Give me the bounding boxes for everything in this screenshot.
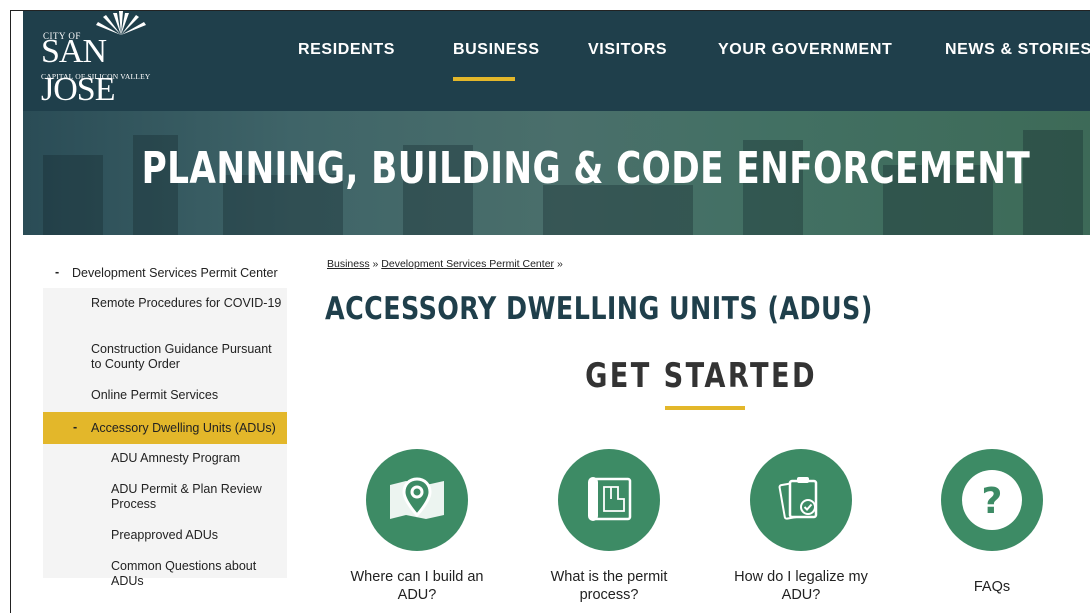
sidebar-item-label: Accessory Dwelling Units (ADUs) bbox=[91, 421, 276, 435]
breadcrumb: Business » Development Services Permit C… bbox=[327, 258, 563, 270]
breadcrumb-separator: » bbox=[556, 258, 563, 270]
card-label: How do I legalize my ADU? bbox=[734, 569, 868, 603]
collapse-dash-icon: - bbox=[55, 265, 60, 279]
svg-text:?: ? bbox=[982, 481, 1003, 522]
card-circle: ? bbox=[941, 449, 1043, 551]
sidebar-item-label: ADU Permit & Plan Review Process bbox=[111, 482, 262, 511]
site-logo[interactable]: CITY OF SAN JOSE CAPITAL OF SILICON VALL… bbox=[41, 11, 171, 108]
card-label: What is the permit process? bbox=[550, 569, 668, 603]
nav-news-stories[interactable]: NEWS & STORIES bbox=[945, 41, 1090, 59]
hero-building bbox=[1023, 130, 1083, 235]
sidebar-item-label: ADU Amnesty Program bbox=[111, 451, 241, 465]
hero-title: PLANNING, BUILDING & CODE ENFORCEMENT bbox=[141, 143, 1031, 194]
top-navigation: CITY OF SAN JOSE CAPITAL OF SILICON VALL… bbox=[23, 11, 1090, 111]
card-label: Where can I build an ADU? bbox=[350, 569, 484, 603]
hero-banner: PLANNING, BUILDING & CODE ENFORCEMENT bbox=[23, 111, 1090, 235]
sidebar-item-label: Development Services Permit Center bbox=[72, 266, 278, 280]
breadcrumb-link-dev-services[interactable]: Development Services Permit Center bbox=[381, 258, 554, 270]
breadcrumb-separator: » bbox=[372, 258, 379, 270]
card-legalize-adu[interactable]: How do I legalize my ADU? bbox=[726, 449, 876, 604]
logo-tagline: CAPITAL OF SILICON VALLEY bbox=[41, 72, 151, 81]
nav-residents[interactable]: RESIDENTS bbox=[298, 41, 395, 59]
nav-visitors[interactable]: VISITORS bbox=[588, 41, 667, 59]
nav-business[interactable]: BUSINESS bbox=[453, 41, 540, 59]
blueprint-icon bbox=[588, 477, 632, 521]
sidebar-item-dev-services[interactable]: - Development Services Permit Center bbox=[43, 265, 287, 285]
card-label: FAQs bbox=[973, 579, 1011, 595]
section-heading-underline bbox=[665, 406, 745, 410]
card-circle bbox=[366, 449, 468, 551]
section-heading: GET STARTED bbox=[585, 356, 817, 396]
nav-active-indicator bbox=[453, 77, 515, 81]
sidebar-item-label: Construction Guidance Pursuant to County… bbox=[91, 342, 272, 371]
card-where-can-i-build[interactable]: Where can I build an ADU? bbox=[342, 449, 492, 604]
sidebar-item-label: Remote Procedures for COVID-19 bbox=[91, 296, 282, 310]
sidebar-item-adus-active[interactable]: - Accessory Dwelling Units (ADUs) bbox=[43, 412, 287, 444]
page-title: ACCESSORY DWELLING UNITS (ADUS) bbox=[325, 291, 873, 327]
collapse-dash-icon: - bbox=[73, 420, 78, 434]
breadcrumb-link-business[interactable]: Business bbox=[327, 258, 370, 270]
card-permit-process[interactable]: What is the permit process? bbox=[534, 449, 684, 604]
card-faqs[interactable]: ? FAQs bbox=[917, 449, 1067, 596]
sidebar-item-label: Online Permit Services bbox=[91, 388, 219, 402]
card-circle bbox=[750, 449, 852, 551]
clipboard-check-icon bbox=[778, 477, 818, 520]
question-icon: ? bbox=[962, 470, 1022, 530]
browser-viewport: CITY OF SAN JOSE CAPITAL OF SILICON VALL… bbox=[10, 10, 1090, 613]
hero-building bbox=[43, 155, 103, 235]
card-circle bbox=[558, 449, 660, 551]
sidebar-item-label: Preapproved ADUs bbox=[111, 528, 219, 542]
logo-name: SAN JOSE bbox=[41, 33, 115, 108]
nav-your-government[interactable]: YOUR GOVERNMENT bbox=[718, 41, 892, 59]
sidebar-item-label: Common Questions about ADUs bbox=[111, 559, 257, 588]
map-pin-icon bbox=[390, 477, 444, 519]
